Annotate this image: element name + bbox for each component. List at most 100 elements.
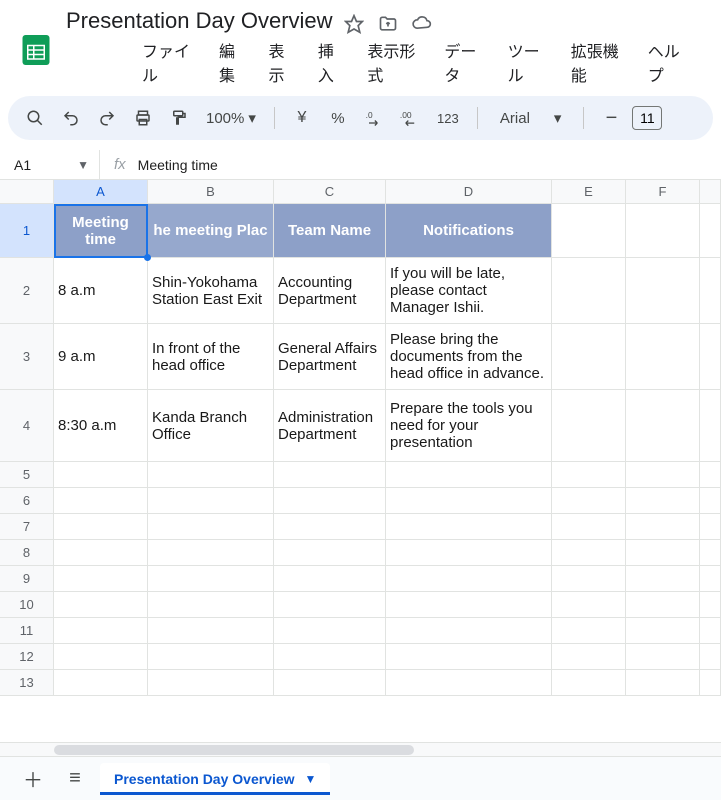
row-header[interactable]: 5 — [0, 462, 54, 488]
cell[interactable] — [386, 592, 552, 618]
spreadsheet-grid[interactable]: ABCDEF1Meeting timehe meeting PlacTeam N… — [0, 180, 721, 726]
row-header[interactable]: 8 — [0, 540, 54, 566]
cell[interactable] — [274, 670, 386, 696]
cell[interactable]: In front of the head office — [148, 324, 274, 390]
paint-format-icon[interactable] — [164, 103, 194, 133]
cell[interactable] — [148, 488, 274, 514]
horizontal-scrollbar[interactable] — [0, 742, 721, 756]
select-all-corner[interactable] — [0, 180, 54, 204]
cloud-status-icon[interactable] — [412, 14, 432, 34]
cell[interactable] — [148, 540, 274, 566]
cell[interactable] — [626, 258, 700, 324]
cell[interactable] — [148, 514, 274, 540]
cell[interactable] — [552, 390, 626, 462]
cell[interactable] — [552, 592, 626, 618]
cell[interactable]: Please bring the documents from the head… — [386, 324, 552, 390]
cell[interactable]: Shin-Yokohama Station East Exit — [148, 258, 274, 324]
cell[interactable] — [700, 258, 721, 324]
cell[interactable] — [626, 618, 700, 644]
cell[interactable] — [54, 514, 148, 540]
cell[interactable] — [274, 462, 386, 488]
cell[interactable] — [700, 514, 721, 540]
cell[interactable] — [386, 462, 552, 488]
cell[interactable] — [386, 488, 552, 514]
cell[interactable] — [700, 540, 721, 566]
column-header[interactable]: F — [626, 180, 700, 204]
cell[interactable] — [54, 540, 148, 566]
menu-view[interactable]: 表示 — [268, 38, 295, 86]
add-sheet-icon[interactable]: ＋ — [16, 762, 50, 796]
cell[interactable] — [700, 566, 721, 592]
currency-button[interactable]: ¥ — [287, 103, 317, 133]
cell[interactable] — [626, 204, 700, 258]
cell-header[interactable]: Team Name — [274, 204, 386, 258]
cell-header[interactable]: Notifications — [386, 204, 552, 258]
row-header[interactable]: 3 — [0, 324, 54, 390]
row-header[interactable]: 9 — [0, 566, 54, 592]
name-box[interactable]: A1 ▼ — [0, 150, 100, 179]
column-header[interactable] — [700, 180, 721, 204]
cell[interactable] — [54, 592, 148, 618]
cell[interactable] — [626, 566, 700, 592]
cell[interactable] — [700, 618, 721, 644]
format-123-button[interactable]: 123 — [431, 103, 465, 133]
font-size-input[interactable] — [632, 106, 662, 130]
cell[interactable] — [700, 644, 721, 670]
decrease-decimal-icon[interactable]: .0 — [359, 103, 389, 133]
row-header[interactable]: 2 — [0, 258, 54, 324]
cell[interactable]: 8 a.m — [54, 258, 148, 324]
star-icon[interactable] — [344, 14, 364, 34]
menu-format[interactable]: 表示形式 — [367, 38, 422, 86]
cell[interactable] — [700, 592, 721, 618]
document-title[interactable]: Presentation Day Overview — [66, 8, 333, 34]
cell[interactable] — [274, 540, 386, 566]
cell[interactable]: Administration Department — [274, 390, 386, 462]
cell[interactable]: 8:30 a.m — [54, 390, 148, 462]
column-header[interactable]: B — [148, 180, 274, 204]
cell[interactable] — [54, 670, 148, 696]
cell[interactable] — [148, 592, 274, 618]
increase-decimal-icon[interactable]: .00 — [395, 103, 425, 133]
cell[interactable] — [54, 488, 148, 514]
cell[interactable] — [626, 488, 700, 514]
menu-insert[interactable]: 挿入 — [318, 38, 345, 86]
sheet-tab-active[interactable]: Presentation Day Overview ▼ — [100, 763, 330, 795]
formula-input[interactable]: Meeting time — [138, 157, 218, 173]
row-header[interactable]: 12 — [0, 644, 54, 670]
cell[interactable] — [700, 462, 721, 488]
cell[interactable] — [626, 644, 700, 670]
column-header[interactable]: E — [552, 180, 626, 204]
cell[interactable] — [626, 540, 700, 566]
cell[interactable] — [274, 488, 386, 514]
cell[interactable] — [274, 514, 386, 540]
cell[interactable] — [386, 540, 552, 566]
cell[interactable] — [626, 592, 700, 618]
row-header[interactable]: 7 — [0, 514, 54, 540]
menu-help[interactable]: ヘルプ — [648, 38, 689, 86]
cell[interactable] — [700, 488, 721, 514]
sheets-logo[interactable] — [16, 30, 56, 70]
cell[interactable] — [386, 670, 552, 696]
cell[interactable]: General Affairs Department — [274, 324, 386, 390]
cell[interactable] — [386, 514, 552, 540]
cell-header[interactable]: Meeting time — [54, 204, 148, 258]
menu-edit[interactable]: 編集 — [219, 38, 246, 86]
cell[interactable] — [386, 618, 552, 644]
column-header[interactable]: A — [54, 180, 148, 204]
cell[interactable]: Kanda Branch Office — [148, 390, 274, 462]
cell[interactable] — [552, 258, 626, 324]
cell[interactable] — [552, 540, 626, 566]
cell[interactable] — [552, 644, 626, 670]
cell-header[interactable]: he meeting Plac — [148, 204, 274, 258]
decrease-font-icon[interactable]: − — [596, 103, 626, 133]
row-header[interactable]: 4 — [0, 390, 54, 462]
cell[interactable] — [274, 592, 386, 618]
cell[interactable] — [700, 204, 721, 258]
cell[interactable] — [552, 618, 626, 644]
cell[interactable] — [386, 566, 552, 592]
column-header[interactable]: C — [274, 180, 386, 204]
cell[interactable] — [54, 618, 148, 644]
cell[interactable] — [700, 324, 721, 390]
cell[interactable] — [552, 204, 626, 258]
cell[interactable] — [552, 566, 626, 592]
